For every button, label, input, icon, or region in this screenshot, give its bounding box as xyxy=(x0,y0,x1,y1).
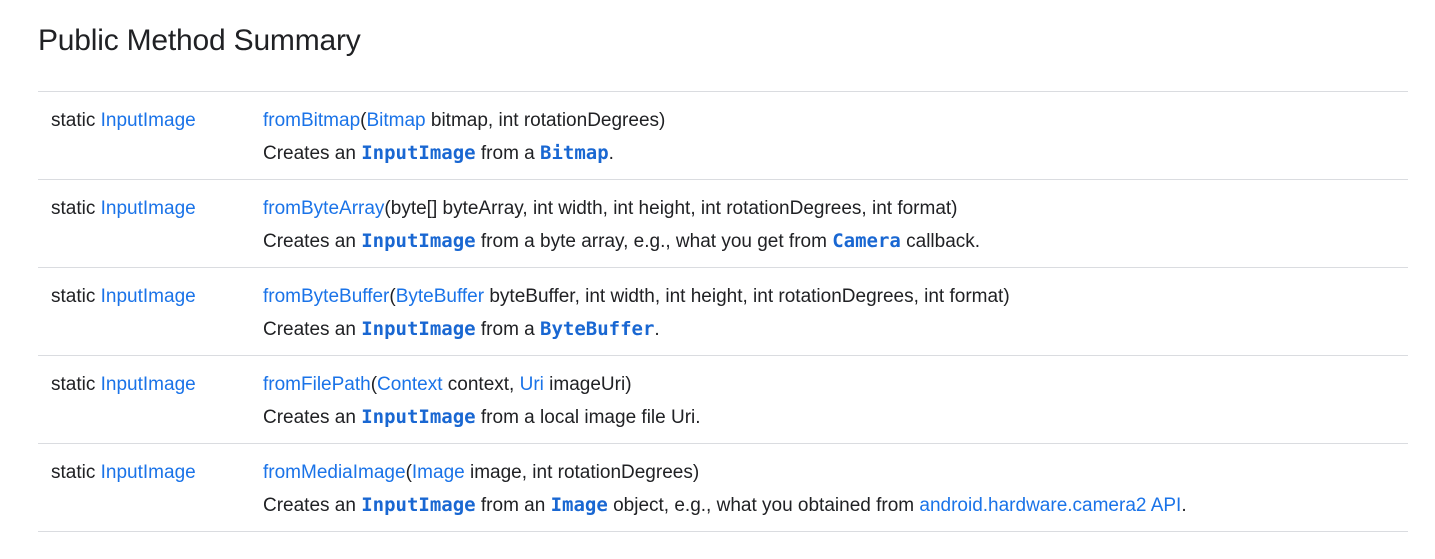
desc-text: from a byte array, e.g., what you get fr… xyxy=(475,231,833,252)
method-cell: fromByteArray(byte[] byteArray, int widt… xyxy=(263,180,1408,268)
return-type-link[interactable]: InputImage xyxy=(101,374,196,395)
modifier: static xyxy=(51,286,96,307)
return-type-link[interactable]: InputImage xyxy=(101,198,196,219)
desc-text: . xyxy=(654,319,660,340)
desc-text: callback. xyxy=(900,231,981,252)
param-type-link[interactable]: Bitmap xyxy=(366,110,425,131)
table-row: static InputImage fromByteArray(byte[] b… xyxy=(38,180,1408,268)
param-type-link[interactable]: Uri xyxy=(520,374,544,395)
return-type-cell: static InputImage xyxy=(38,356,263,444)
method-signature: fromByteArray(byte[] byteArray, int widt… xyxy=(263,192,1408,225)
class-code-link[interactable]: InputImage xyxy=(361,406,475,428)
class-code-link[interactable]: InputImage xyxy=(361,494,475,516)
desc-text: Creates an xyxy=(263,495,362,516)
desc-text: from a local image file Uri. xyxy=(475,407,701,428)
params-rest: (byte[] byteArray, int width, int height… xyxy=(384,198,958,219)
modifier: static xyxy=(51,110,96,131)
method-signature: fromFilePath(Context context, Uri imageU… xyxy=(263,368,1408,401)
class-code-link[interactable]: ByteBuffer xyxy=(540,318,654,340)
return-type-cell: static InputImage xyxy=(38,92,263,180)
method-description: Creates an InputImage from a ByteBuffer. xyxy=(263,313,1408,346)
desc-text: from a xyxy=(475,143,541,164)
method-name-link[interactable]: fromFilePath xyxy=(263,374,371,395)
modifier: static xyxy=(51,198,96,219)
desc-text: Creates an xyxy=(263,231,362,252)
method-name-link[interactable]: fromByteArray xyxy=(263,198,384,219)
param-type-link[interactable]: Context xyxy=(377,374,442,395)
params-rest: byteBuffer, int width, int height, int r… xyxy=(484,286,1010,307)
class-code-link[interactable]: InputImage xyxy=(361,230,475,252)
desc-text: . xyxy=(608,143,614,164)
method-cell: fromBitmap(Bitmap bitmap, int rotationDe… xyxy=(263,92,1408,180)
table-row: static InputImage fromMediaImage(Image i… xyxy=(38,444,1408,532)
table-row: static InputImage fromBitmap(Bitmap bitm… xyxy=(38,92,1408,180)
api-doc-link[interactable]: android.hardware.camera2 API xyxy=(919,495,1181,516)
method-summary-table: static InputImage fromBitmap(Bitmap bitm… xyxy=(38,91,1408,532)
return-type-link[interactable]: InputImage xyxy=(101,462,196,483)
params-rest: context, xyxy=(442,374,520,395)
desc-text: from an xyxy=(475,495,551,516)
modifier: static xyxy=(51,462,96,483)
class-code-link[interactable]: InputImage xyxy=(361,142,475,164)
modifier: static xyxy=(51,374,96,395)
desc-text: object, e.g., what you obtained from xyxy=(607,495,920,516)
param-type-link[interactable]: Image xyxy=(412,462,465,483)
method-name-link[interactable]: fromMediaImage xyxy=(263,462,406,483)
method-cell: fromFilePath(Context context, Uri imageU… xyxy=(263,356,1408,444)
class-code-link[interactable]: Image xyxy=(551,494,608,516)
return-type-cell: static InputImage xyxy=(38,180,263,268)
method-description: Creates an InputImage from a Bitmap. xyxy=(263,137,1408,170)
method-cell: fromMediaImage(Image image, int rotation… xyxy=(263,444,1408,532)
method-name-link[interactable]: fromBitmap xyxy=(263,110,360,131)
table-row: static InputImage fromFilePath(Context c… xyxy=(38,356,1408,444)
section-title: Public Method Summary xyxy=(38,24,361,57)
table-row: static InputImage fromByteBuffer(ByteBuf… xyxy=(38,268,1408,356)
params-rest: bitmap, int rotationDegrees) xyxy=(425,110,666,131)
desc-text: Creates an xyxy=(263,319,362,340)
method-description: Creates an InputImage from an Image obje… xyxy=(263,489,1408,522)
desc-text: . xyxy=(1181,495,1187,516)
class-code-link[interactable]: Camera xyxy=(832,230,901,252)
class-code-link[interactable]: Bitmap xyxy=(540,142,609,164)
method-signature: fromBitmap(Bitmap bitmap, int rotationDe… xyxy=(263,104,1408,137)
method-description: Creates an InputImage from a byte array,… xyxy=(263,225,1408,258)
method-description: Creates an InputImage from a local image… xyxy=(263,401,1408,434)
params-rest: image, int rotationDegrees) xyxy=(464,462,700,483)
params-rest: imageUri) xyxy=(543,374,632,395)
method-summary-page: Public Method Summary static InputImage … xyxy=(0,0,1435,559)
method-signature: fromByteBuffer(ByteBuffer byteBuffer, in… xyxy=(263,280,1408,313)
return-type-cell: static InputImage xyxy=(38,268,263,356)
return-type-cell: static InputImage xyxy=(38,444,263,532)
method-signature: fromMediaImage(Image image, int rotation… xyxy=(263,456,1408,489)
desc-text: from a xyxy=(475,319,541,340)
desc-text: Creates an xyxy=(263,143,362,164)
class-code-link[interactable]: InputImage xyxy=(361,318,475,340)
param-type-link[interactable]: ByteBuffer xyxy=(396,286,484,307)
method-name-link[interactable]: fromByteBuffer xyxy=(263,286,389,307)
desc-text: Creates an xyxy=(263,407,362,428)
return-type-link[interactable]: InputImage xyxy=(101,110,196,131)
method-cell: fromByteBuffer(ByteBuffer byteBuffer, in… xyxy=(263,268,1408,356)
return-type-link[interactable]: InputImage xyxy=(101,286,196,307)
